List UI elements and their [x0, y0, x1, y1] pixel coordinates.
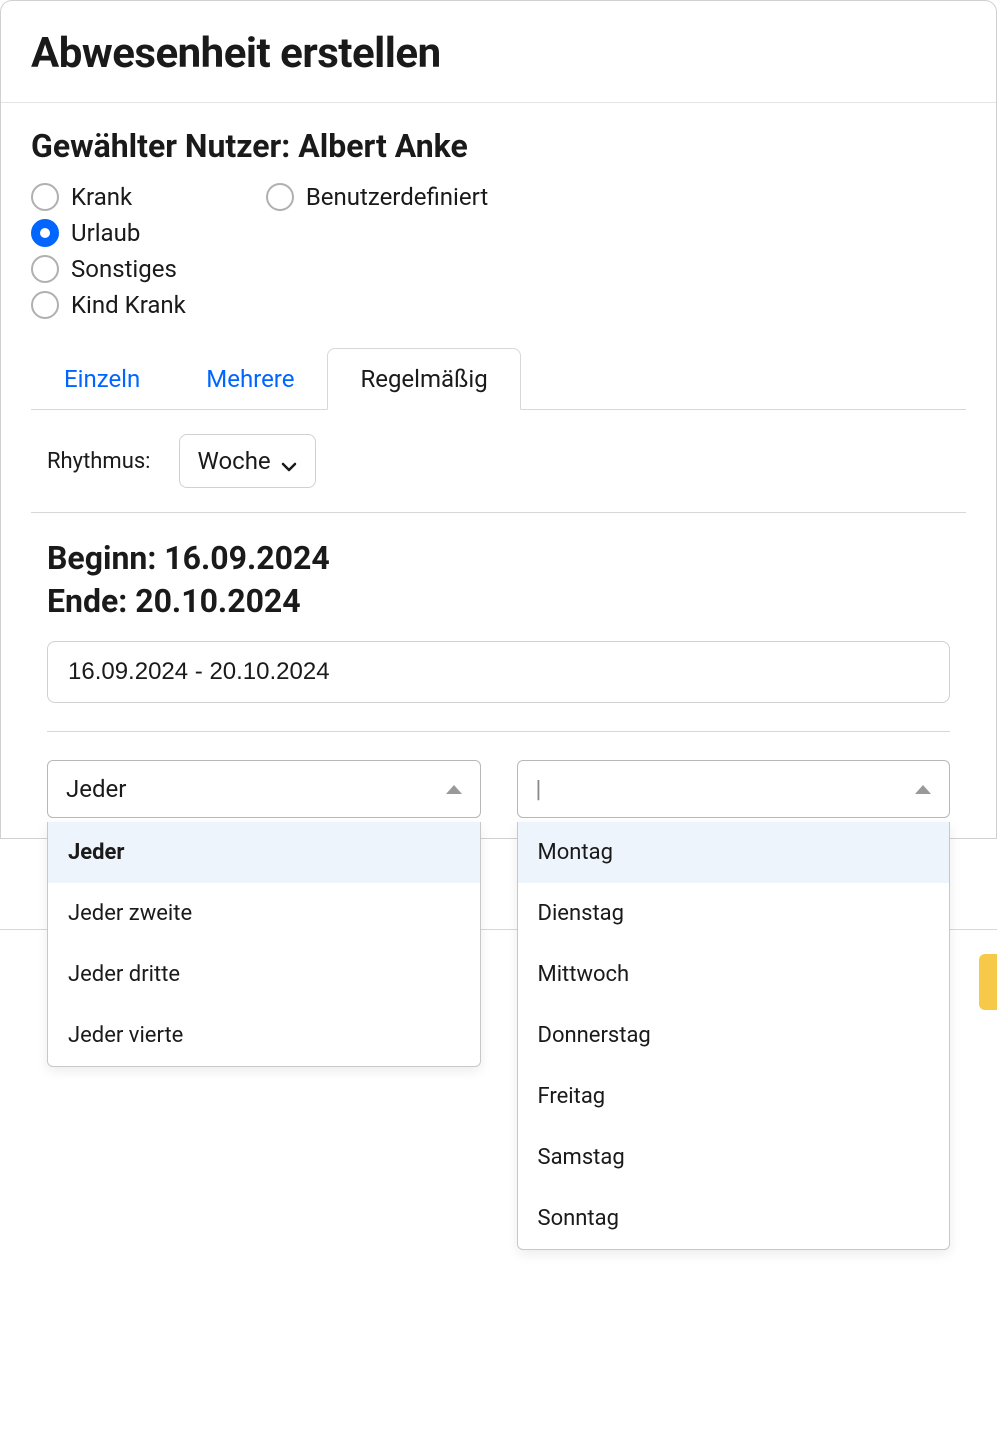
radio-label: Krank [71, 183, 132, 211]
weekday-combo-input-wrap[interactable]: | [517, 760, 951, 818]
selected-user-heading: Gewählter Nutzer: Albert Anke [31, 127, 966, 165]
dialog-title: Abwesenheit erstellen [31, 29, 966, 78]
radio-label: Kind Krank [71, 291, 186, 319]
frequency-dropdown: JederJeder zweiteJeder dritteJeder viert… [47, 822, 481, 1067]
frequency-combo-input[interactable]: Jeder [66, 775, 446, 803]
date-range-heading: Beginn: 16.09.2024 Ende: 20.10.2024 [47, 537, 966, 623]
weekday-option[interactable]: Freitag [518, 1066, 950, 1127]
chevron-down-icon [281, 453, 297, 469]
weekday-option[interactable]: Donnerstag [518, 1005, 950, 1066]
frequency-option[interactable]: Jeder [48, 822, 480, 883]
radio-icon [31, 183, 59, 211]
radio-label: Sonstiges [71, 255, 177, 283]
caret-up-icon [446, 785, 462, 794]
weekday-option[interactable]: Montag [518, 822, 950, 883]
dialog-header: Abwesenheit erstellen [1, 1, 996, 103]
radio-label: Urlaub [71, 219, 140, 247]
divider [31, 512, 966, 513]
radio-label: Benutzerdefiniert [306, 183, 488, 211]
frequency-option[interactable]: Jeder dritte [48, 944, 480, 1005]
action-button-edge[interactable] [979, 954, 997, 1010]
weekday-option[interactable]: Mittwoch [518, 944, 950, 1005]
frequency-combo-input-wrap[interactable]: Jeder [47, 760, 481, 818]
absence-type-col-1: Krank Urlaub Sonstiges Kind Krank [31, 183, 186, 319]
radio-benutzerdefiniert[interactable]: Benutzerdefiniert [266, 183, 488, 211]
weekday-option[interactable]: Dienstag [518, 883, 950, 944]
frequency-weekday-row: Jeder JederJeder zweiteJeder dritteJeder… [31, 760, 966, 818]
radio-kind-krank[interactable]: Kind Krank [31, 291, 186, 319]
create-absence-dialog: Abwesenheit erstellen Gewählter Nutzer: … [0, 0, 997, 839]
rhythmus-select[interactable]: Woche [179, 434, 316, 488]
frequency-option[interactable]: Jeder zweite [48, 883, 480, 944]
caret-up-icon [915, 785, 931, 794]
weekday-dropdown: MontagDienstagMittwochDonnerstagFreitagS… [517, 822, 951, 1250]
rhythmus-row: Rhythmus: Woche [31, 434, 966, 488]
frequency-option[interactable]: Jeder vierte [48, 1005, 480, 1066]
radio-krank[interactable]: Krank [31, 183, 186, 211]
rhythmus-label: Rhythmus: [47, 449, 151, 474]
weekday-option[interactable]: Samstag [518, 1127, 950, 1188]
radio-icon [31, 219, 59, 247]
weekday-combo: | MontagDienstagMittwochDonnerstagFreita… [517, 760, 951, 818]
radio-sonstiges[interactable]: Sonstiges [31, 255, 186, 283]
weekday-combo-input[interactable]: | [536, 775, 916, 803]
dialog-body: Gewählter Nutzer: Albert Anke Krank Urlau… [1, 103, 996, 838]
tab-bar: EinzelnMehrereRegelmäßig [31, 347, 966, 410]
radio-urlaub[interactable]: Urlaub [31, 219, 186, 247]
radio-icon [31, 291, 59, 319]
frequency-combo: Jeder JederJeder zweiteJeder dritteJeder… [47, 760, 481, 818]
radio-icon [266, 183, 294, 211]
radio-icon [31, 255, 59, 283]
rhythmus-value: Woche [198, 447, 271, 475]
weekday-option[interactable]: Sonntag [518, 1188, 950, 1249]
divider [47, 731, 950, 732]
tab-mehrere[interactable]: Mehrere [173, 348, 327, 410]
tab-regelmaessig[interactable]: Regelmäßig [327, 348, 520, 410]
tab-einzeln[interactable]: Einzeln [31, 348, 173, 410]
absence-type-radio-group: Krank Urlaub Sonstiges Kind Krank Benutzerd… [31, 183, 966, 319]
date-range-input[interactable] [47, 641, 950, 703]
absence-type-col-2: Benutzerdefiniert [266, 183, 488, 319]
